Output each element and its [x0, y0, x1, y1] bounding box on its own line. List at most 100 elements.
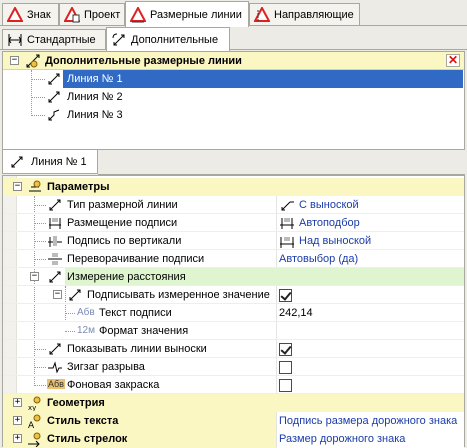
tree-item-label: Линия № 3 [67, 109, 123, 121]
prop-value-dropdown[interactable]: Автоподбор [276, 214, 464, 232]
placement-icon [47, 215, 63, 231]
prop-name: Измерение расстояния [65, 268, 464, 286]
prop-value: 242,14 [279, 307, 313, 319]
tree-header-row[interactable]: − Дополнительные размерные линии ✕ [3, 52, 464, 70]
expand-toggle[interactable]: + [13, 434, 22, 443]
prop-value-cell [276, 376, 464, 394]
prop-value-cell [276, 286, 464, 304]
prop-name: Текст подписи [99, 307, 172, 319]
category-label: Геометрия [47, 397, 105, 409]
prop-row-show-ext-lines[interactable]: Показывать линии выноски [3, 340, 464, 358]
collapse-toggle[interactable]: − [13, 182, 22, 191]
project-icon [63, 5, 81, 23]
prop-name: Тип размерной линии [67, 199, 178, 211]
subtabbar-divider [0, 49, 467, 50]
category-label: Параметры [47, 181, 110, 193]
expand-toggle[interactable]: + [13, 416, 22, 425]
leader-icon [279, 197, 295, 213]
tab-project[interactable]: Проект [59, 3, 125, 26]
prop-row-dimension-type[interactable]: Тип размерной линии С выноской [3, 196, 464, 214]
prop-name: Переворачивание подписи [67, 253, 205, 265]
background-fill-checkbox[interactable] [279, 378, 292, 392]
tree-item-line-3[interactable]: Линия № 3 [63, 106, 263, 124]
tree-guide [65, 313, 75, 314]
tree-guide [34, 385, 46, 386]
collapse-toggle[interactable]: − [53, 290, 62, 299]
tree-item-line-2[interactable]: Линия № 2 [63, 88, 263, 106]
prop-value: Размер дорожного знака [279, 433, 406, 445]
tree-guide [34, 259, 46, 260]
prop-value: Подпись размера дорожного знака [279, 415, 458, 427]
tree-item-label: Линия № 2 [67, 91, 123, 103]
prop-row-caption-text[interactable]: Aбв Текст подписи 242,14 [3, 304, 464, 322]
category-geometry[interactable]: + xy Геометрия [3, 394, 464, 412]
dimension-type-icon [47, 197, 63, 213]
prop-value-cell [276, 340, 464, 358]
property-grid: − Параметры Тип размерной линии С выноск… [2, 175, 465, 448]
text-style-dropdown[interactable]: Подпись размера дорожного знака [276, 412, 464, 430]
collapse-toggle[interactable]: − [10, 56, 19, 65]
prop-row-caption-flip[interactable]: Переворачивание подписи Автовыбор (да) [3, 250, 464, 268]
caption-text-input[interactable]: 242,14 [276, 304, 464, 322]
standard-icon [7, 32, 23, 48]
expand-toggle[interactable]: + [13, 398, 22, 407]
prop-value-dropdown[interactable]: С выноской [276, 196, 464, 214]
dimension-line-icon [46, 89, 62, 105]
dimension-line-icon [9, 154, 25, 170]
category-arrow-style[interactable]: + Стиль стрелок Размер дорожного знака [3, 430, 464, 448]
background-fill-icon: Aбв [47, 379, 65, 389]
category-label: Стиль стрелок [47, 433, 128, 445]
prop-value-dropdown[interactable]: Над выноской [276, 232, 464, 250]
prop-name: Размещение подписи [67, 217, 178, 229]
tree-item-label: Линия № 1 [67, 73, 123, 85]
tree-guide [31, 79, 45, 80]
geometry-icon: xy [27, 395, 43, 411]
prop-row-caption-placement[interactable]: Размещение подписи Автоподбор [3, 214, 464, 232]
measure-icon [47, 269, 63, 285]
prop-name: Показывать линии выноски [67, 343, 207, 355]
prop-name: Подпись по вертикали [67, 235, 182, 247]
collapse-toggle[interactable]: − [30, 272, 39, 281]
prop-value: Автоподбор [299, 217, 360, 229]
vertical-caption-icon [47, 233, 63, 249]
prop-row-sign-measured[interactable]: − Подписывать измеренное значение [3, 286, 464, 304]
sign-measured-checkbox[interactable] [279, 288, 292, 302]
prop-row-vertical-caption[interactable]: Подпись по вертикали Над выноской [3, 232, 464, 250]
prop-name: Зигзаг разрыва [67, 361, 145, 373]
parameters-icon [27, 179, 43, 195]
tab-additional-label: Дополнительные [131, 33, 219, 46]
tab-dimension-lines[interactable]: Размерные линии [125, 1, 249, 27]
flip-icon [47, 251, 63, 267]
prop-value-cell [276, 358, 464, 376]
measured-value-icon [67, 287, 83, 303]
tree-header-title: Дополнительные размерные линии [45, 55, 242, 67]
show-ext-lines-checkbox[interactable] [279, 342, 292, 356]
tab-standard[interactable]: Стандартные [2, 29, 106, 50]
tab-line-detail-label: Линия № 1 [31, 155, 87, 168]
zigzag-checkbox[interactable] [279, 360, 292, 374]
prop-row-zigzag[interactable]: Зигзаг разрыва [3, 358, 464, 376]
number-format-icon: 12м [77, 325, 95, 336]
category-text-style[interactable]: + A Стиль текста Подпись размера дорожно… [3, 412, 464, 430]
arrow-style-dropdown[interactable]: Размер дорожного знака [276, 430, 464, 448]
tab-sign[interactable]: Знак [2, 3, 59, 26]
text-style-icon: A [27, 413, 43, 429]
svg-text:A: A [28, 421, 35, 429]
prop-row-distance-measure[interactable]: − Измерение расстояния [3, 268, 464, 286]
prop-row-value-format[interactable]: 12м Формат значения [3, 322, 464, 340]
tab-additional[interactable]: Дополнительные [106, 27, 230, 51]
zigzag-icon [47, 359, 63, 375]
category-parameters[interactable]: − Параметры [3, 178, 464, 196]
tab-guides-label: Направляющие [274, 9, 354, 21]
tab-line-detail[interactable]: Линия № 1 [2, 150, 98, 174]
delete-icon[interactable]: ✕ [446, 54, 460, 67]
tab-guides[interactable]: Направляющие [249, 3, 360, 26]
tree-item-line-1[interactable]: Линия № 1 [63, 70, 463, 88]
text-caption-icon: Aбв [77, 307, 95, 318]
prop-value-dropdown[interactable]: Автовыбор (да) [276, 250, 464, 268]
tab-dimension-lines-label: Размерные линии [150, 8, 242, 21]
prop-row-background-fill[interactable]: Aбв Фоновая закраска [3, 376, 464, 394]
arrow-style-icon [27, 431, 43, 447]
value-format-input[interactable] [276, 322, 464, 340]
prop-value: С выноской [299, 199, 359, 211]
